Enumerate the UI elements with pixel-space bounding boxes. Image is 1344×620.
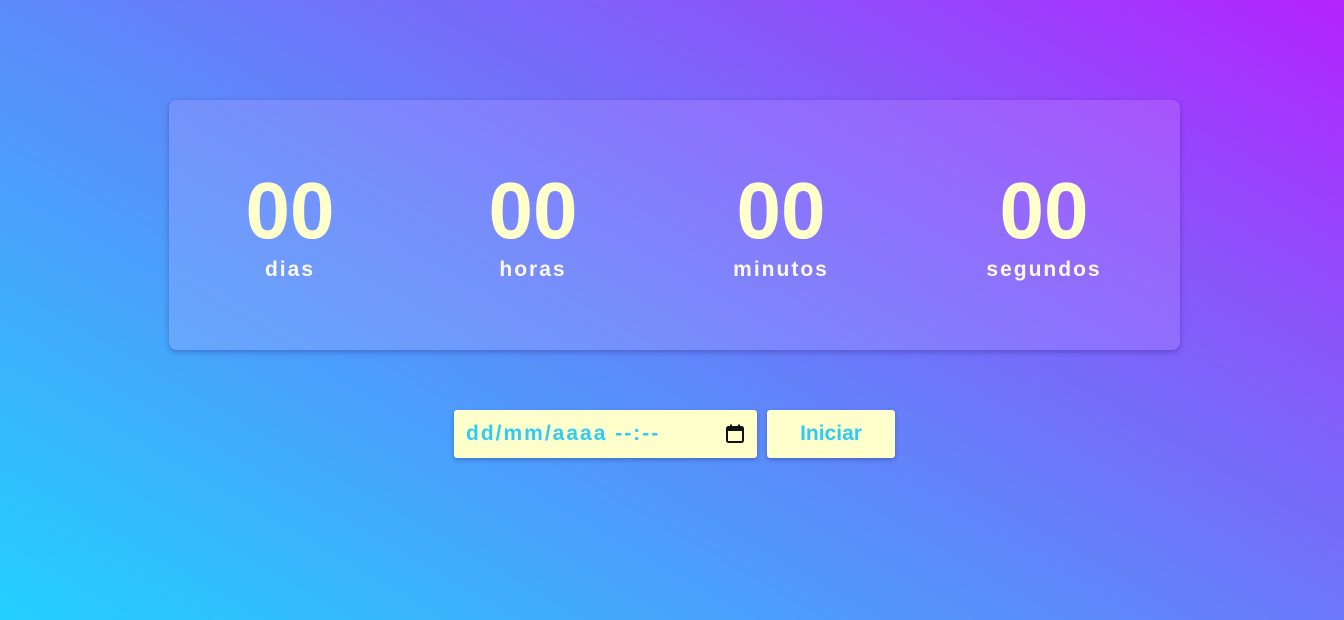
start-button[interactable]: Iniciar — [767, 410, 895, 458]
countdown-controls: dd/mm/aaaa --:-- Iniciar — [454, 410, 895, 458]
minutes-value: 00 — [736, 166, 826, 255]
datetime-placeholder[interactable]: dd/mm/aaaa --:-- — [466, 422, 660, 446]
seconds-value: 00 — [999, 166, 1089, 255]
datetime-input[interactable]: dd/mm/aaaa --:-- — [454, 410, 757, 458]
days-label: dias — [264, 258, 316, 281]
days-value: 00 — [245, 166, 335, 255]
calendar-icon[interactable] — [726, 424, 744, 443]
minutes-label: minutos — [733, 258, 829, 281]
hours-value: 00 — [488, 166, 578, 255]
hours-label: horas — [499, 258, 567, 281]
seconds-label: segundos — [986, 258, 1102, 281]
countdown-card: 00 dias 00 horas 00 minutos 00 segundos — [169, 100, 1180, 350]
